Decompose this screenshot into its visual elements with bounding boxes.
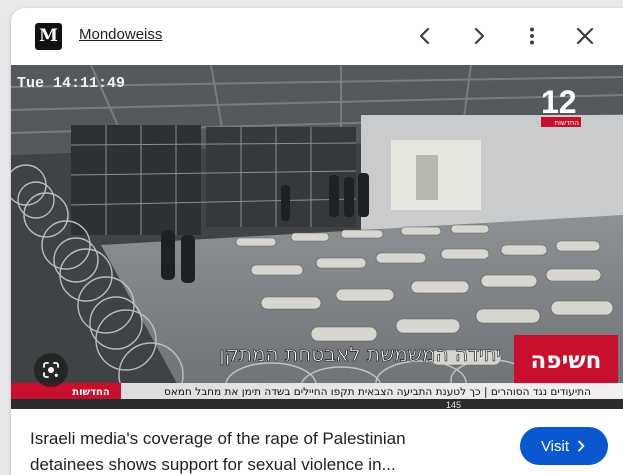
timestamp-overlay: Tue 14:11:49 (17, 75, 125, 92)
google-lens-icon (43, 362, 59, 378)
site-name-link[interactable]: Mondoweiss (79, 24, 162, 46)
visit-button-label: Visit (540, 437, 570, 455)
chevron-right-icon (474, 27, 485, 45)
video-still: Tue 14:11:49 12 החדשות יחידה המשמשת לאבט… (11, 65, 623, 409)
result-title-line-2: detainees shows support for sexual viole… (30, 455, 396, 474)
more-options-button[interactable] (516, 20, 548, 52)
channel-logo-sub: החדשות (555, 119, 579, 127)
visit-button[interactable]: Visit (520, 427, 608, 465)
ticker-channel-logo: החדשות (72, 387, 109, 398)
google-lens-button[interactable] (34, 353, 68, 387)
result-title[interactable]: Israeli media's coverage of the rape of … (30, 426, 500, 475)
card-header: M Mondoweiss (11, 8, 623, 64)
channel-12-logo: 12 (541, 84, 577, 120)
breaking-badge-text: חשיפה (531, 348, 602, 374)
result-card: M Mondoweiss Tue 14:11:49 12 החדשות יחיד… (11, 8, 623, 475)
close-button[interactable] (569, 20, 601, 52)
result-title-line-1: Israeli media's coverage of the rape of … (30, 429, 406, 448)
corner-number: 145 (446, 400, 461, 409)
chevron-right-icon (578, 440, 585, 452)
site-logo[interactable]: M (35, 23, 62, 50)
chevron-left-icon (419, 27, 430, 45)
close-icon (576, 27, 594, 45)
news-video-frame[interactable]: Tue 14:11:49 12 החדשות יחידה המשמשת לאבט… (11, 65, 623, 409)
next-button[interactable] (463, 20, 495, 52)
video-subtitle: יחידה המשמשת לאבטחת המתקן (219, 342, 501, 366)
more-vert-icon (530, 27, 534, 45)
previous-button[interactable] (409, 20, 441, 52)
news-ticker-text: התיעודים נגד הסוהרים | כך לטענת התביעה ה… (164, 386, 591, 398)
